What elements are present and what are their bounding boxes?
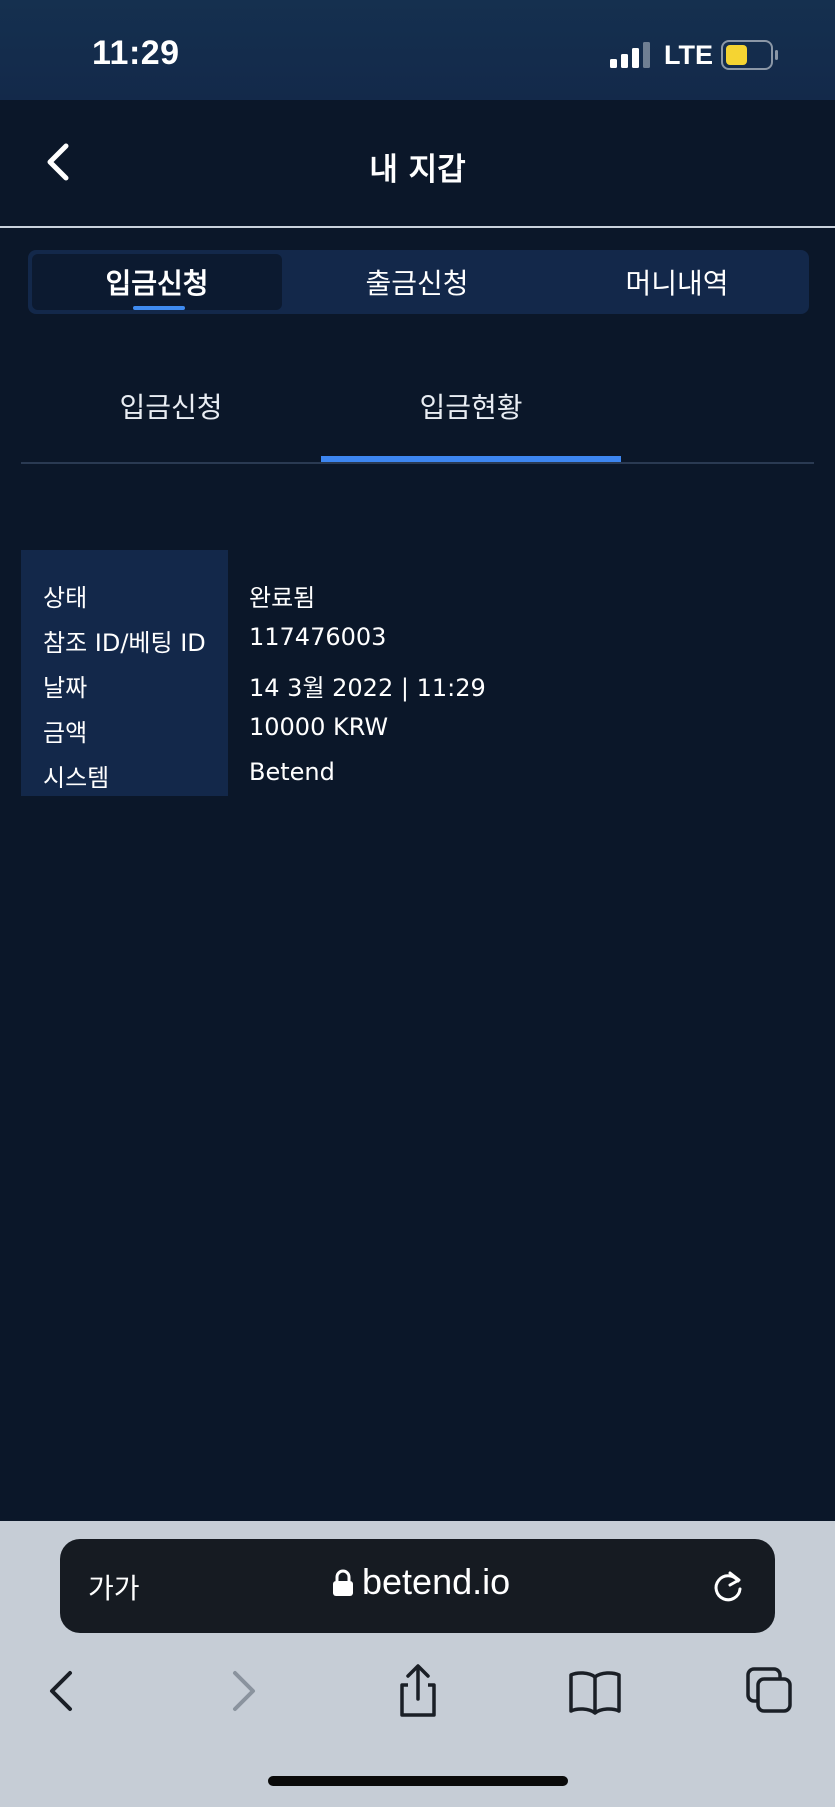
subtab-divider — [21, 462, 814, 464]
page-title: 내 지갑 — [369, 152, 466, 188]
wallet-page: 11:29 LTE 내 지갑 입금신청 출금신청 머니내역 입금신청 입금현황 … — [0, 0, 835, 1807]
sub-tab-bar: 입금신청 입금현황 — [21, 352, 814, 464]
detail-label: 상태 — [43, 584, 88, 612]
detail-value: 117476003 — [249, 623, 387, 651]
header-divider — [0, 226, 835, 228]
detail-value: 완료됨 — [249, 584, 316, 612]
lock-icon — [333, 1569, 353, 1596]
status-bar: 11:29 LTE — [0, 0, 835, 100]
tab-label: 머니내역 — [625, 267, 729, 300]
tab-money-history[interactable]: 머니내역 — [552, 254, 802, 310]
detail-row-system: 시스템 Betend — [0, 758, 835, 803]
reader-options-button[interactable]: 가가 — [88, 1567, 140, 1607]
main-tab-bar: 입금신청 출금신청 머니내역 — [28, 250, 809, 314]
home-indicator — [268, 1776, 568, 1786]
forward-icon[interactable] — [213, 1661, 273, 1721]
tab-withdraw-request[interactable]: 출금신청 — [292, 254, 542, 310]
detail-value: 14 3월 2022 | 11:29 — [249, 674, 486, 702]
active-tab-underline — [133, 306, 185, 310]
subtab-deposit-request[interactable]: 입금신청 — [21, 352, 321, 460]
detail-label: 날짜 — [43, 674, 88, 702]
detail-row-amount: 금액 10000 KRW — [0, 713, 835, 758]
detail-value: Betend — [249, 758, 335, 786]
status-time: 11:29 — [92, 34, 180, 72]
subtab-label: 입금현황 — [419, 391, 523, 424]
detail-label: 시스템 — [43, 764, 110, 792]
address-bar[interactable]: 가가 betend.io — [60, 1539, 775, 1633]
detail-label: 금액 — [43, 719, 88, 747]
detail-row-date: 날짜 14 3월 2022 | 11:29 — [0, 668, 835, 713]
detail-label: 참조 ID/베팅 ID — [43, 629, 206, 657]
detail-row-status: 상태 완료됨 — [0, 578, 835, 623]
app-header: 내 지갑 — [0, 100, 835, 228]
active-subtab-indicator — [321, 456, 621, 462]
share-icon[interactable] — [388, 1661, 448, 1721]
browser-chrome: 가가 betend.io — [0, 1521, 835, 1807]
subtab-label: 입금신청 — [119, 391, 223, 424]
tab-deposit-request[interactable]: 입금신청 — [32, 254, 282, 310]
network-type: LTE — [664, 40, 713, 70]
battery-icon — [721, 40, 778, 70]
tabs-icon[interactable] — [742, 1661, 802, 1721]
detail-value: 10000 KRW — [249, 713, 389, 741]
tab-label: 출금신청 — [365, 267, 469, 300]
bookmarks-icon[interactable] — [565, 1661, 625, 1721]
signal-icon — [610, 42, 650, 68]
subtab-deposit-status[interactable]: 입금현황 — [321, 352, 621, 460]
tab-label: 입금신청 — [105, 267, 209, 300]
back-icon[interactable] — [32, 1661, 92, 1721]
detail-row-reference-id: 참조 ID/베팅 ID 117476003 — [0, 623, 835, 668]
url-text[interactable]: betend.io — [362, 1561, 510, 1603]
reload-icon[interactable] — [708, 1567, 748, 1607]
